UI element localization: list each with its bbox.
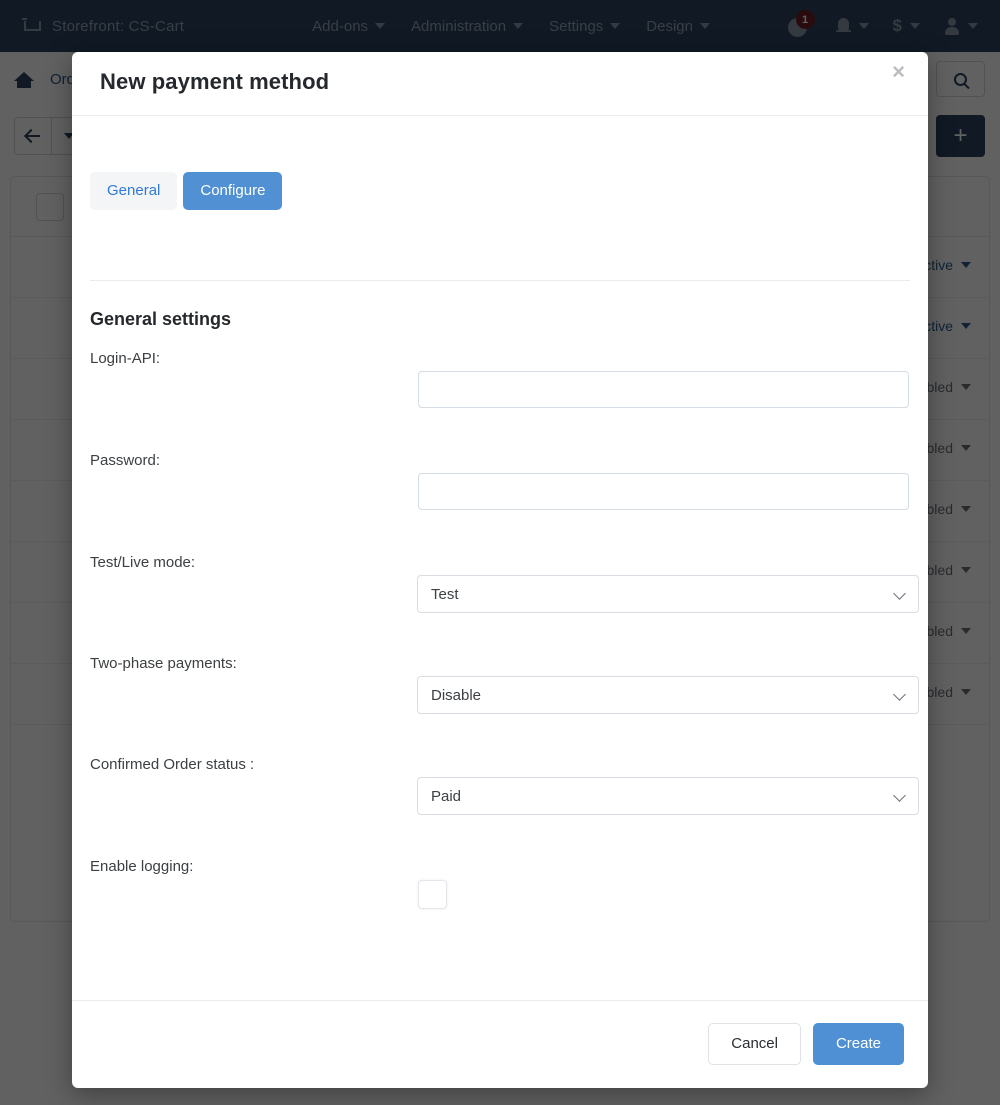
tab-configure[interactable]: Configure — [183, 172, 283, 210]
field-password-label: Password: — [90, 452, 161, 469]
cancel-button[interactable]: Cancel — [708, 1023, 801, 1065]
field-login-api-control — [418, 371, 909, 408]
field-confirmed-order-status-label: Confirmed Order status : — [90, 756, 255, 773]
footer-actions: Cancel Create — [708, 1023, 904, 1065]
dialog-footer: Cancel Create — [72, 1000, 928, 1088]
create-button[interactable]: Create — [812, 1023, 904, 1065]
field-login-api-label: Login-API: — [90, 350, 161, 367]
confirmed-order-status-value: Paid — [431, 787, 462, 805]
field-password-control — [418, 473, 909, 510]
chevron-down-icon — [893, 789, 906, 802]
field-test-live-mode-label: Test/Live mode: — [90, 554, 196, 571]
chevron-down-icon — [893, 688, 906, 701]
field-confirmed-order-status-control: Paid — [417, 777, 919, 815]
dialog-body: General Configure General settings Login… — [72, 116, 928, 1000]
chevron-down-icon — [893, 587, 906, 600]
close-icon[interactable]: × — [892, 61, 905, 83]
confirmed-order-status-select[interactable]: Paid — [417, 777, 919, 815]
section-title: General settings — [90, 309, 232, 329]
dialog-tabs: General Configure — [90, 172, 283, 210]
dialog-header: New payment method × — [72, 52, 928, 116]
tab-general[interactable]: General — [90, 172, 178, 210]
tabs-divider — [90, 280, 910, 281]
two-phase-payments-value: Disable — [431, 686, 482, 704]
login-api-input[interactable] — [418, 371, 909, 408]
test-live-mode-select[interactable]: Test — [417, 575, 919, 613]
password-input[interactable] — [418, 473, 909, 510]
dialog-title: New payment method — [100, 69, 330, 94]
field-two-phase-payments-label: Two-phase payments: — [90, 655, 237, 672]
field-enable-logging-control — [418, 880, 447, 909]
two-phase-payments-select[interactable]: Disable — [417, 676, 919, 714]
field-two-phase-payments-control: Disable — [417, 676, 919, 714]
test-live-mode-value: Test — [431, 585, 459, 603]
enable-logging-checkbox[interactable] — [418, 880, 447, 909]
field-test-live-mode-control: Test — [417, 575, 919, 613]
new-payment-method-dialog: New payment method × General Configure G… — [72, 52, 928, 1088]
field-enable-logging-label: Enable logging: — [90, 858, 194, 875]
